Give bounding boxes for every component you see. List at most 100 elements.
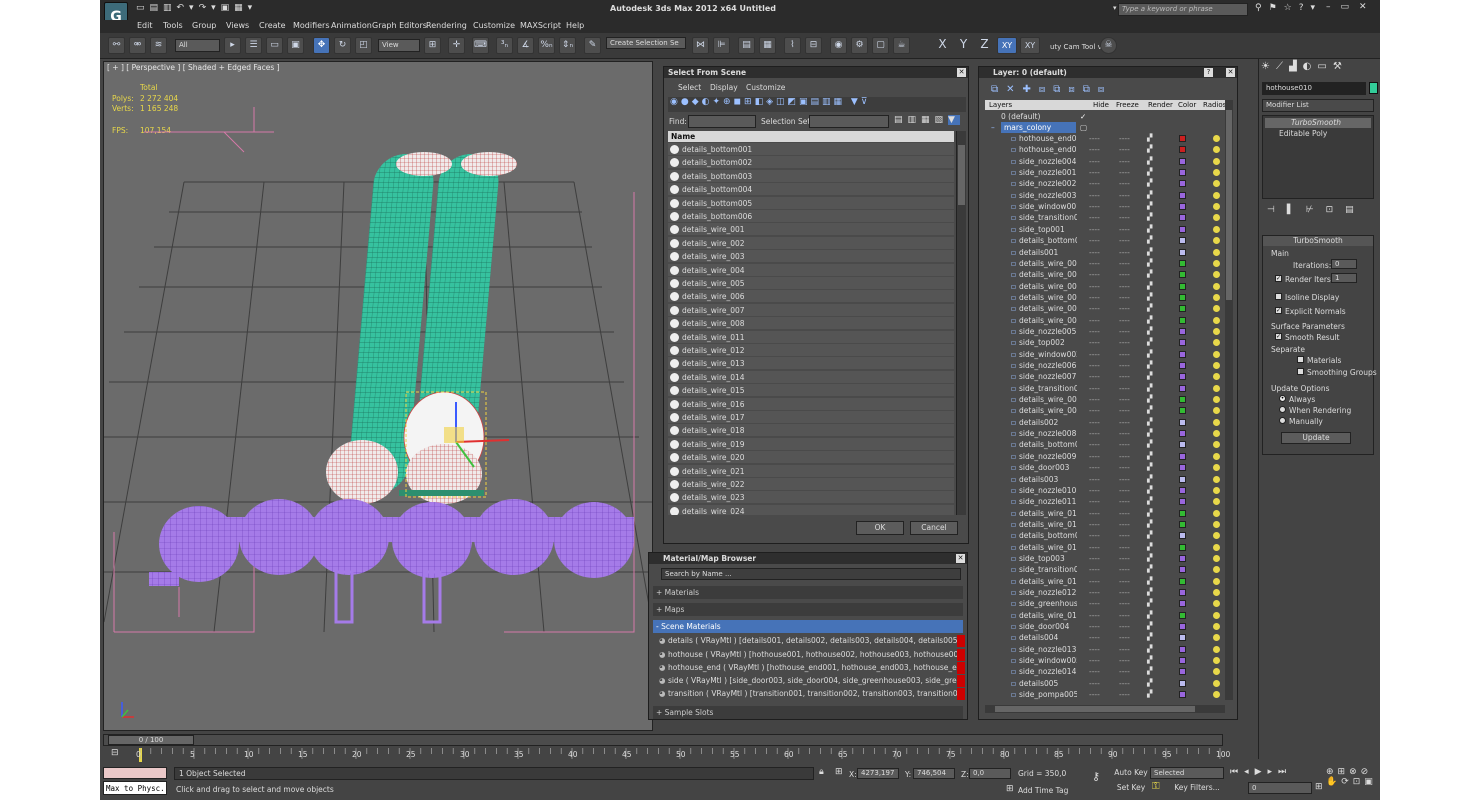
layer-color-swatch[interactable] xyxy=(1179,645,1186,653)
freeze-toggle[interactable]: ---- xyxy=(1119,269,1130,280)
freeze-toggle[interactable]: ---- xyxy=(1119,598,1130,609)
cam-tool-label[interactable]: uty Cam Tool v xyxy=(1050,43,1102,51)
layer-object-row[interactable]: ▫ details_wire_015 ---- ---- ▞ xyxy=(987,610,1227,621)
link-icon[interactable]: ⚯ xyxy=(108,37,125,54)
angle-snap-icon[interactable]: ∡ xyxy=(517,37,534,54)
hide-toggle[interactable]: ---- xyxy=(1089,485,1100,496)
render-toggle-icon[interactable]: ▞ xyxy=(1147,428,1152,439)
radiosity-bulb-icon[interactable] xyxy=(1213,577,1220,585)
freeze-toggle[interactable]: ---- xyxy=(1119,508,1130,519)
render-toggle-icon[interactable]: ▞ xyxy=(1147,394,1152,405)
select-rotate-icon[interactable]: ↻ xyxy=(334,37,351,54)
material-row[interactable]: ◕ hothouse ( VRayMtl ) [hothouse001, hot… xyxy=(659,649,965,661)
hide-toggle[interactable]: ---- xyxy=(1089,201,1100,212)
select-dialog-menu-display[interactable]: Display xyxy=(710,83,738,92)
layer-color-swatch[interactable] xyxy=(1179,611,1186,619)
radiosity-bulb-icon[interactable] xyxy=(1213,407,1220,415)
layer-object-row[interactable]: ▫ side_nozzle004 ---- ---- ▞ xyxy=(987,156,1227,167)
select-object-icon[interactable]: ▸ xyxy=(224,37,241,54)
axis-xy-button[interactable]: XY xyxy=(997,37,1017,54)
scene-object-row[interactable]: details_wire_003 xyxy=(668,250,954,264)
scene-object-row[interactable]: details_wire_017 xyxy=(668,411,954,424)
axis-xy-cycle-button[interactable]: XY xyxy=(1020,37,1040,54)
menu-help[interactable]: Help xyxy=(566,21,584,30)
menu-views[interactable]: Views xyxy=(226,21,249,30)
hide-toggle[interactable]: ---- xyxy=(1089,383,1100,394)
scene-object-row[interactable]: details_wire_024 xyxy=(668,504,954,515)
render-production-icon[interactable]: ☕ xyxy=(893,37,910,54)
render-toggle-icon[interactable]: ▞ xyxy=(1147,315,1152,326)
set-key-button[interactable]: Set Key xyxy=(1114,782,1148,795)
scene-object-row[interactable]: details_bottom003 xyxy=(668,169,954,183)
scene-object-row[interactable]: details_wire_021 xyxy=(668,464,954,478)
radiosity-bulb-icon[interactable] xyxy=(1213,441,1220,449)
layer-color-swatch[interactable] xyxy=(1179,305,1186,313)
layer-color-swatch[interactable] xyxy=(1179,520,1186,528)
layer-color-swatch[interactable] xyxy=(1179,600,1186,608)
radiosity-bulb-icon[interactable] xyxy=(1213,146,1220,154)
object-type-filter-icons[interactable]: ◉●◆◐✦⊕◼⊞◧◈◫◩▣▤▥▦ ▼⊽ xyxy=(668,97,966,112)
hide-toggle[interactable]: ---- xyxy=(1089,281,1100,292)
window-controls[interactable]: –▭✕ xyxy=(1326,2,1377,12)
maps-group[interactable]: + Maps xyxy=(653,603,963,616)
track-bar-icon[interactable]: ⊟ xyxy=(111,748,119,758)
scene-object-row[interactable]: details_wire_022 xyxy=(668,478,954,491)
hide-toggle[interactable]: ---- xyxy=(1089,224,1100,235)
scene-object-row[interactable]: details_wire_007 xyxy=(668,303,954,317)
align-icon[interactable]: ⊫ xyxy=(713,37,730,54)
freeze-toggle[interactable]: ---- xyxy=(1119,644,1130,655)
scene-object-row[interactable]: details_wire_002 xyxy=(668,236,954,250)
menu-graph-editors[interactable]: Graph Editors xyxy=(372,21,427,30)
add-time-tag[interactable]: Add Time Tag xyxy=(1018,786,1068,795)
radiosity-bulb-icon[interactable] xyxy=(1213,293,1220,301)
close-icon[interactable]: ✕ xyxy=(1226,68,1235,77)
key-filters-button[interactable]: Key Filters... xyxy=(1170,782,1224,795)
isoline-checkbox[interactable] xyxy=(1275,293,1282,300)
layer-object-row[interactable]: ▫ details_wire_001 ---- ---- ▞ xyxy=(987,258,1227,269)
named-selection-dropdown[interactable]: Create Selection Se xyxy=(606,37,686,49)
select-move-icon[interactable]: ✥ xyxy=(313,37,330,54)
close-icon[interactable]: ✕ xyxy=(957,68,966,77)
layer-color-swatch[interactable] xyxy=(1179,498,1186,506)
axis-y-button[interactable]: Y xyxy=(955,37,972,54)
freeze-toggle[interactable]: ---- xyxy=(1119,394,1130,405)
pivot-center-icon[interactable]: ⊞ xyxy=(424,37,441,54)
rendered-frame-icon[interactable]: ▢ xyxy=(872,37,889,54)
layer-object-row[interactable]: ▫ side_top002 ---- ---- ▞ xyxy=(987,337,1227,348)
hide-toggle[interactable]: ---- xyxy=(1089,156,1100,167)
window-crossing-icon[interactable]: ▣ xyxy=(287,37,304,54)
col-render[interactable]: Render xyxy=(1148,100,1173,110)
render-toggle-icon[interactable]: ▞ xyxy=(1147,542,1152,553)
scene-object-row[interactable]: details_wire_006 xyxy=(668,290,954,304)
freeze-toggle[interactable]: ---- xyxy=(1119,496,1130,507)
scene-object-row[interactable]: details_wire_012 xyxy=(668,344,954,357)
layer-object-row[interactable]: ▫ side_window001 ---- ---- ▞ xyxy=(987,201,1227,212)
layer-color-swatch[interactable] xyxy=(1179,282,1186,290)
freeze-toggle[interactable]: ---- xyxy=(1119,144,1130,155)
material-row[interactable]: ◕ side ( VRayMtl ) [side_door003, side_d… xyxy=(659,675,965,687)
radiosity-bulb-icon[interactable] xyxy=(1213,452,1220,460)
materials-checkbox[interactable] xyxy=(1297,356,1304,363)
mirror-icon[interactable]: ⋈ xyxy=(692,37,709,54)
maxscript-listener[interactable] xyxy=(103,767,167,779)
hide-toggle[interactable]: ---- xyxy=(1089,428,1100,439)
layer-color-swatch[interactable] xyxy=(1179,271,1186,279)
auto-key-button[interactable]: Auto Key xyxy=(1114,767,1148,780)
radiosity-bulb-icon[interactable] xyxy=(1213,623,1220,631)
hide-toggle[interactable]: ---- xyxy=(1089,360,1100,371)
hide-toggle[interactable]: ---- xyxy=(1089,564,1100,575)
render-toggle-icon[interactable]: ▞ xyxy=(1147,292,1152,303)
menu-modifiers[interactable]: Modifiers xyxy=(293,21,330,30)
layer-object-row[interactable]: ▫ details_wire_005 ---- ---- ▞ xyxy=(987,281,1227,292)
material-row[interactable]: ◕ transition ( VRayMtl ) [transition001,… xyxy=(659,688,965,700)
render-toggle-icon[interactable]: ▞ xyxy=(1147,281,1152,292)
freeze-toggle[interactable]: ---- xyxy=(1119,587,1130,598)
render-toggle-icon[interactable]: ▞ xyxy=(1147,337,1152,348)
layer-color-swatch[interactable] xyxy=(1179,486,1186,494)
always-radio[interactable]: • xyxy=(1279,395,1286,402)
render-toggle-icon[interactable]: ▞ xyxy=(1147,530,1152,541)
select-by-name-icon[interactable]: ☰ xyxy=(245,37,262,54)
freeze-toggle[interactable]: ---- xyxy=(1119,190,1130,201)
layer-object-row[interactable]: ▫ side_nozzle001 ---- ---- ▞ xyxy=(987,167,1227,178)
freeze-toggle[interactable]: ---- xyxy=(1119,235,1130,246)
